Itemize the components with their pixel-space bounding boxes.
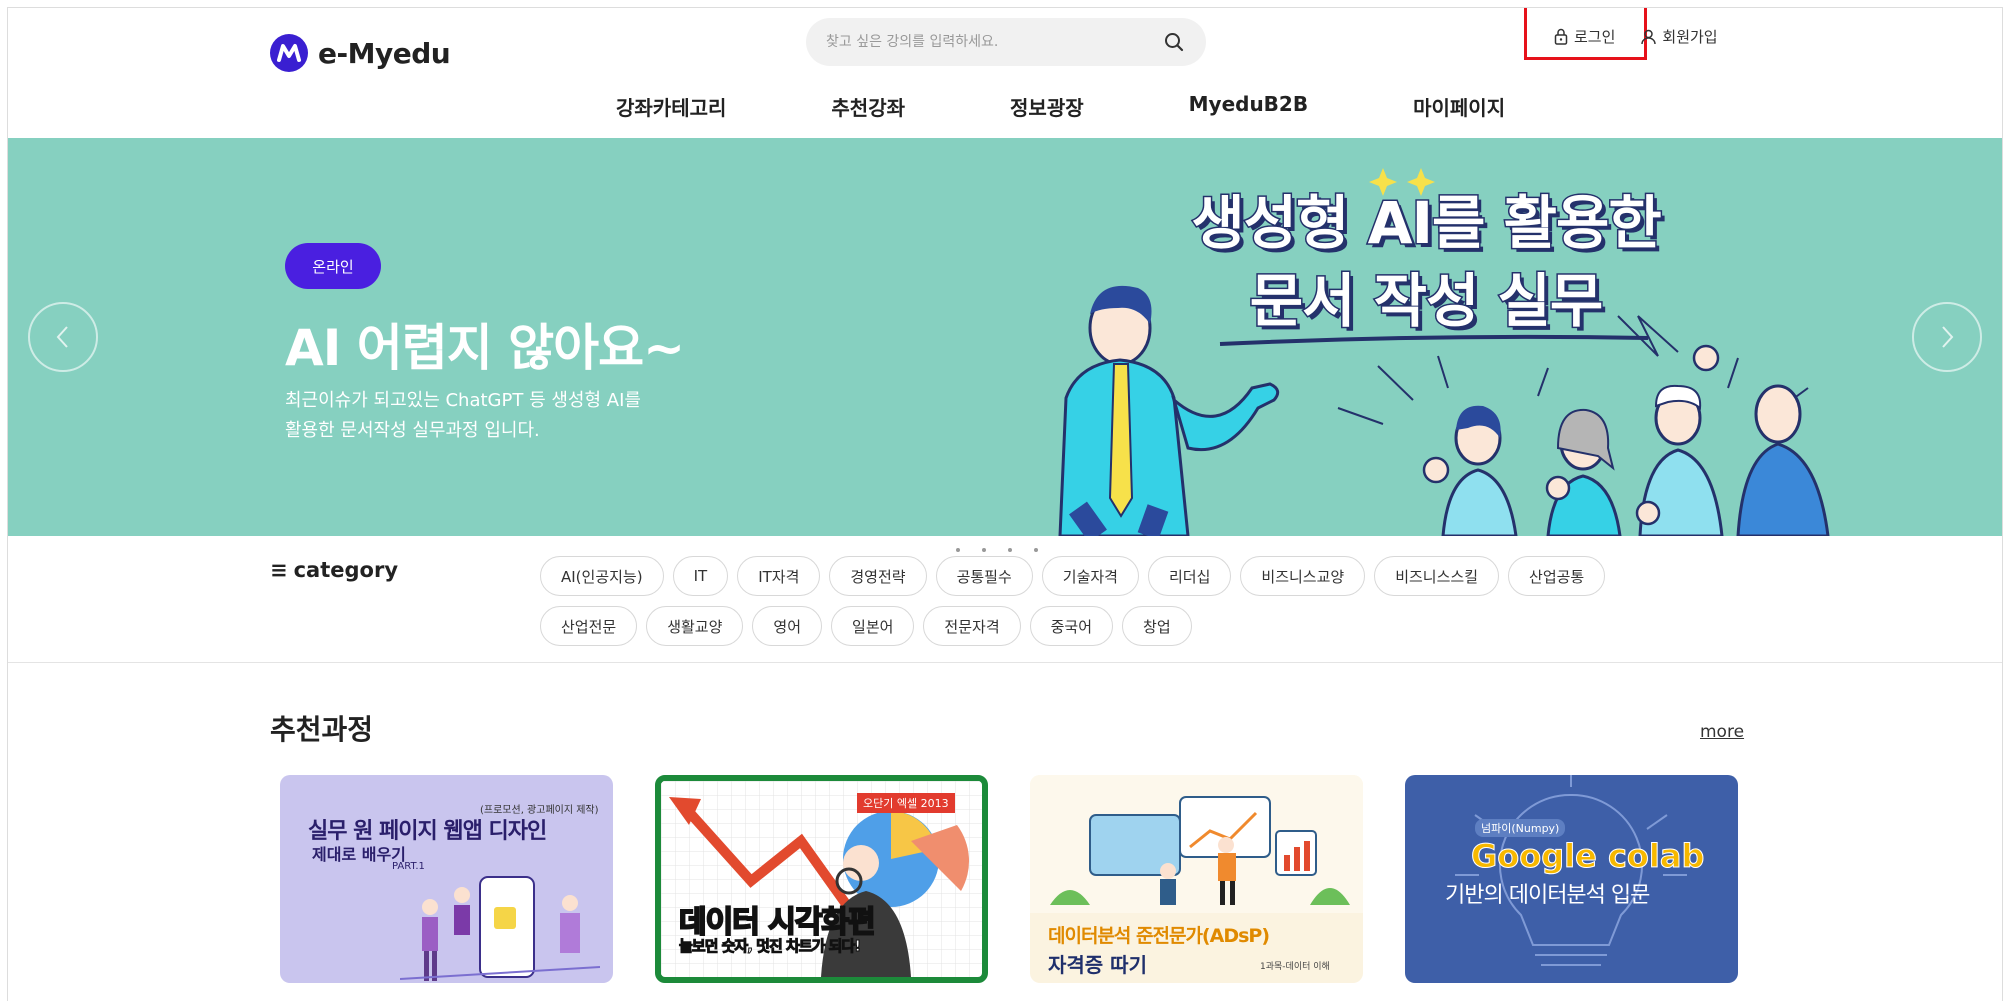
course-card[interactable]: 넘파이(Numpy) Google colab 기반의 데이터분석 입문: [1405, 775, 1738, 983]
hero-banner[interactable]: 온라인 AI 어렵지 않아요~ 최근이슈가 되고있는 ChatGPT 등 생성형…: [8, 138, 2002, 536]
hero-headline-line-1: 생성형 AI를 활용한: [1190, 188, 1663, 259]
menu-icon: ≡: [270, 558, 288, 582]
category-chip[interactable]: 일본어: [831, 606, 915, 646]
course-card[interactable]: 데이터분석 준전문가(ADsP) 자격증 따기 1과목-데이터 이해: [1030, 775, 1363, 983]
pagination-dot[interactable]: [956, 548, 960, 552]
category-chip[interactable]: 산업공통: [1508, 556, 1606, 596]
hero-next-button[interactable]: [1912, 302, 1982, 372]
top-links: 로그인 회원가입: [1554, 26, 1718, 47]
card-tag: 오단기 엑셀 2013: [857, 793, 955, 813]
chevron-right-icon: [1942, 326, 1954, 348]
category-label: ≡ category: [270, 558, 398, 582]
card-main-text: 데이터분석 준전문가(ADsP): [1048, 925, 1270, 947]
category-chips: AI(인공지능) IT IT자격 경영전략 공통필수 기술자격 리더십 비즈니스…: [540, 556, 1670, 646]
logo-text: e-Myedu: [318, 36, 451, 70]
category-chip[interactable]: 창업: [1122, 606, 1192, 646]
hero-desc-line-2: 활용한 문서작성 실무과정 입니다.: [285, 420, 540, 441]
hero-badge: 온라인: [285, 243, 381, 289]
hero-description: 최근이슈가 되고있는 ChatGPT 등 생성형 AI를 활용한 문서작성 실무…: [285, 386, 705, 446]
card-small-text: 1과목-데이터 이해: [1260, 962, 1330, 972]
category-chip[interactable]: 공통필수: [935, 556, 1033, 596]
course-card-list: (프로모션, 광고페이지 제작) 실무 원 페이지 웹앱 디자인 제대로 배우기…: [280, 775, 1738, 983]
category-chip[interactable]: 기술자격: [1041, 556, 1139, 596]
hero-headline-line-2: 문서 작성 실무: [1248, 266, 1605, 337]
category-chip[interactable]: IT자격: [737, 556, 821, 596]
more-link[interactable]: more: [1700, 722, 1744, 742]
course-card[interactable]: (프로모션, 광고페이지 제작) 실무 원 페이지 웹앱 디자인 제대로 배우기…: [280, 775, 613, 983]
user-icon: [1641, 29, 1657, 44]
signup-link[interactable]: 회원가입: [1641, 26, 1718, 47]
category-chip[interactable]: 경영전략: [829, 556, 927, 596]
card-sub-text: 자격증 따기: [1048, 953, 1147, 977]
category-chip[interactable]: 리더십: [1147, 556, 1232, 596]
category-chip[interactable]: 중국어: [1029, 606, 1114, 646]
card-brand-text: Google colab: [1470, 837, 1705, 876]
card-main-text: 기반의 데이터분석 입문: [1445, 883, 1650, 908]
login-link[interactable]: 로그인: [1554, 26, 1615, 47]
recommended-title: 추천과정: [270, 713, 374, 746]
signup-label: 회원가입: [1662, 28, 1718, 46]
pagination-dot[interactable]: [1034, 548, 1038, 552]
nav-item-mypage[interactable]: 마이페이지: [1413, 92, 1505, 121]
site-logo[interactable]: e-Myedu: [270, 34, 451, 72]
card-tag: 넘파이(Numpy): [1475, 819, 1566, 837]
pagination-dot[interactable]: [1008, 548, 1012, 552]
search-bar: [806, 18, 1206, 66]
nav-item-info[interactable]: 정보광장: [1010, 92, 1084, 121]
hero-headline: 생성형 AI를 활용한 문서 작성 실무: [1126, 184, 1726, 340]
category-chip[interactable]: IT: [672, 556, 729, 596]
page-frame: e-Myedu 로그인 회원가입 강좌카테고리 추천강좌 정보광장 MyeduB…: [7, 7, 2003, 1001]
category-chip[interactable]: 비즈니스스킬: [1374, 556, 1500, 596]
category-label-text: category: [293, 558, 399, 582]
search-input[interactable]: [826, 34, 1162, 50]
hero-desc-line-1: 최근이슈가 되고있는 ChatGPT 등 생성형 AI를: [285, 390, 641, 411]
pagination-dot[interactable]: [982, 548, 986, 552]
hero-title: AI 어렵지 않아요~: [285, 319, 685, 377]
logo-mark-icon: [270, 34, 308, 72]
lock-icon: [1554, 28, 1568, 45]
search-icon[interactable]: [1162, 30, 1186, 54]
hero-prev-button[interactable]: [28, 302, 98, 372]
category-chip[interactable]: 비즈니스교양: [1240, 556, 1366, 596]
category-chip[interactable]: 전문자격: [923, 606, 1021, 646]
hero-pagination: [956, 548, 1038, 552]
card-illustration: [400, 876, 600, 981]
section-divider: [8, 662, 2002, 663]
login-label: 로그인: [1574, 28, 1616, 46]
nav-item-recommended[interactable]: 추천강좌: [831, 92, 905, 121]
course-card[interactable]: 오단기 엑셀 2013 데이터 시각화편 늘보던 숫자, 멋진 차트가 되다!: [655, 775, 988, 983]
category-chip[interactable]: AI(인공지능): [540, 556, 664, 596]
category-chip[interactable]: 영어: [752, 606, 823, 646]
category-chip[interactable]: 산업전문: [540, 606, 638, 646]
nav-item-category[interactable]: 강좌카테고리: [616, 92, 726, 121]
chevron-left-icon: [56, 326, 68, 348]
category-chip[interactable]: 생활교양: [646, 606, 744, 646]
nav-item-b2b[interactable]: MyeduB2B: [1189, 92, 1308, 121]
card-sub-text: 늘보던 숫자, 멋진 차트가 되다!: [678, 937, 861, 956]
main-nav: 강좌카테고리 추천강좌 정보광장 MyeduB2B 마이페이지: [616, 92, 1505, 121]
